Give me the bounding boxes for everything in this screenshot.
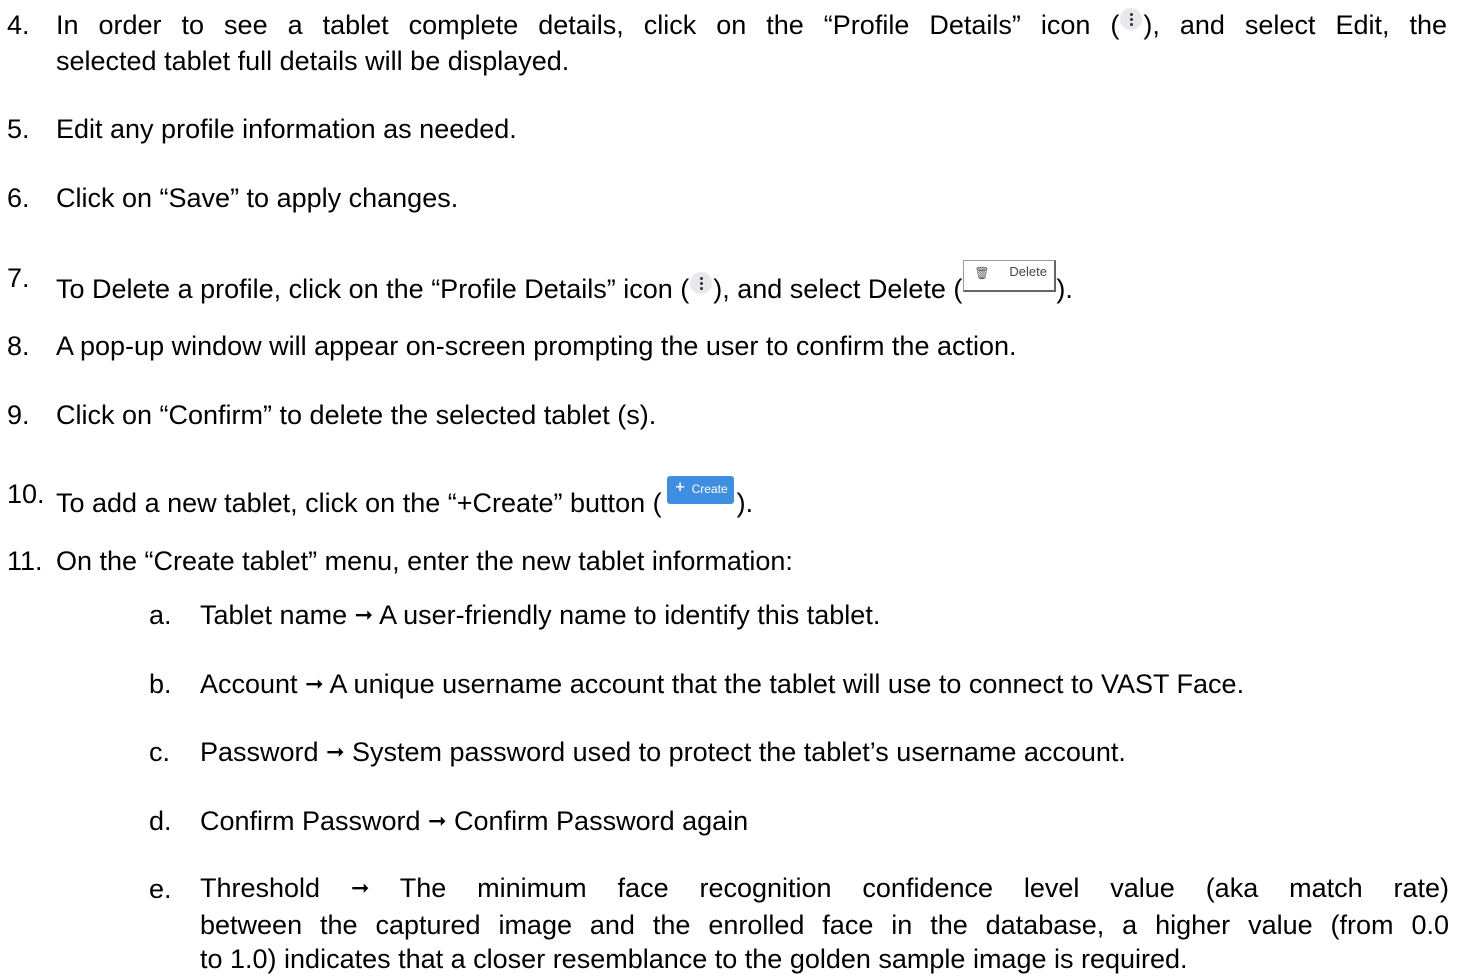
profile-details-icon (1120, 8, 1143, 30)
substep-term: Account (200, 669, 298, 699)
step-text: To add a new tablet, click on the “+Crea… (56, 476, 753, 521)
substep-term: Password (200, 737, 319, 767)
substep-letter: d. (149, 806, 172, 836)
arrow-icon: ➞ (326, 740, 345, 765)
step-4-text-part: In order to see a tablet complete detail… (56, 10, 1120, 40)
substep-text: Account ➞ A unique username account that… (200, 666, 1244, 705)
step-text: Click on “Confirm” to delete the selecte… (56, 400, 657, 430)
delete-button-illustration: 🗑 Delete (963, 260, 1057, 292)
substep-text: Password ➞ System password used to prote… (200, 734, 1126, 773)
step-10-text-part: ). (736, 488, 754, 518)
substep-description: Confirm Password again (454, 806, 749, 836)
substep-term: Tablet name (200, 600, 348, 630)
substep-description: A unique username account that the table… (329, 669, 1245, 699)
substep-letter: c. (149, 737, 171, 767)
step-number: 8. (7, 331, 30, 361)
step-number: 6. (7, 183, 30, 213)
step-7-text-part: ). (1056, 274, 1073, 304)
substep-description: between the captured image and the enrol… (200, 910, 1449, 940)
step-number: 9. (7, 400, 30, 430)
substep-description: The minimum face recognition confidence … (399, 873, 1449, 903)
trash-icon: 🗑 (974, 266, 990, 280)
substep-letter: a. (149, 600, 172, 630)
plus-icon: + (674, 480, 686, 495)
substep-term: Confirm Password (200, 806, 421, 836)
step-number: 11. (7, 546, 43, 576)
step-text: Click on “Save” to apply changes. (56, 183, 459, 213)
create-button-illustration: + Create (666, 476, 734, 504)
step-7-text-part: ), and select Delete ( (713, 274, 963, 304)
step-text: To Delete a profile, click on the “Profi… (56, 260, 1073, 307)
substep-text: Threshold ➞ The minimum face recognition… (200, 871, 1449, 976)
substep-description: to 1.0) indicates that a closer resembla… (200, 944, 1188, 974)
arrow-icon: ➞ (428, 809, 447, 834)
substep-letter: e. (149, 874, 172, 904)
step-7-text-part: To Delete a profile, click on the “Profi… (56, 274, 690, 304)
step-number: 10. (7, 479, 45, 509)
substep-description: System password used to protect the tabl… (352, 737, 1126, 767)
step-10-text-part: To add a new tablet, click on the “+Crea… (56, 488, 662, 518)
step-number: 7. (7, 263, 30, 293)
arrow-icon: ➞ (305, 672, 324, 697)
arrow-icon: ➞ (350, 876, 370, 901)
create-button-label: Create (691, 482, 728, 496)
arrow-icon: ➞ (354, 603, 374, 628)
step-number: 5. (7, 114, 30, 144)
substep-letter: b. (149, 669, 172, 699)
step-text: Edit any profile information as needed. (56, 114, 517, 144)
step-4-text-part: ), and select Edit, the (1143, 10, 1448, 40)
substep-description: A user-friendly name to identify this ta… (379, 600, 881, 630)
step-4-text-part: selected tablet full details will be dis… (56, 46, 570, 76)
step-number: 4. (7, 10, 30, 40)
step-text: In order to see a tablet complete detail… (56, 7, 1447, 79)
step-text: On the “Create tablet” menu, enter the n… (56, 546, 793, 576)
substep-text: Confirm Password ➞ Confirm Password agai… (200, 803, 748, 842)
substep-text: Tablet name ➞ A user-friendly name to id… (200, 597, 880, 636)
profile-details-icon (690, 272, 713, 294)
substep-term: Threshold (200, 873, 321, 903)
delete-button-label: Delete (1009, 264, 1047, 279)
step-text: A pop-up window will appear on-screen pr… (56, 331, 1017, 361)
